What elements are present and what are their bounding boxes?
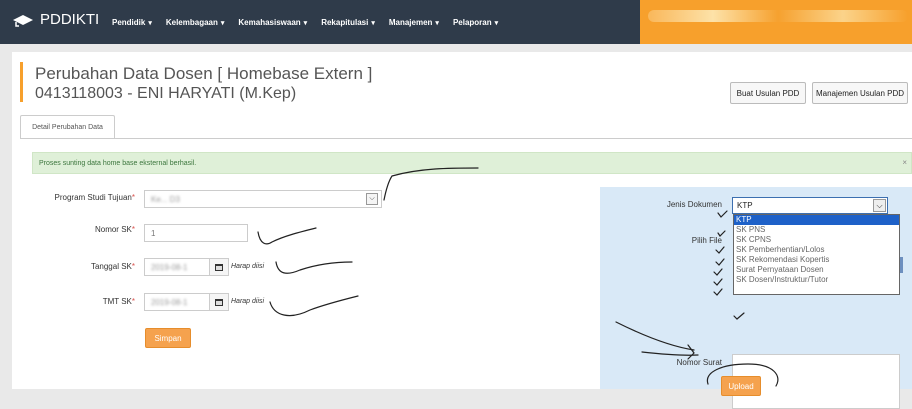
user-banner [640,0,912,44]
brand[interactable]: PDDIKTI [12,11,99,28]
main-menu: Pendidik ▾ Kelembagaan ▾ Kemahasiswaan ▾ Re… [112,0,512,44]
menu-pelaporan[interactable]: Pelaporan ▾ [453,18,498,27]
upload-panel: Jenis Dokumen KTP ⌵ KTP SK PNS SK CPNS S… [600,187,912,409]
nomor-sk-label: Nomor SK* [94,225,135,234]
chevron-down-icon: ▾ [494,19,499,27]
tab-divider [20,138,912,139]
menu-kelembagaan[interactable]: Kelembagaan ▾ [166,18,225,27]
chevron-down-icon: ▾ [435,19,439,27]
tmt-sk-input[interactable]: 2019-08-1 [144,293,210,311]
close-icon[interactable]: × [902,158,907,167]
alert-message: Proses sunting data home base eksternal … [39,159,197,167]
menu-kemahasiswaan[interactable]: Kemahasiswaan ▾ [238,18,307,27]
tanggal-sk-input[interactable]: 2019-08-1 [144,258,210,276]
program-studi-select[interactable]: Ke... D3 ⌵ [144,190,382,208]
option-sk-cpns[interactable]: SK CPNS [734,235,899,245]
jenis-dokumen-label: Jenis Dokumen [666,200,722,209]
option-sk-dosen[interactable]: SK Dosen/Instruktur/Tutor [734,275,899,285]
redacted-banner-text [648,10,908,22]
chevron-down-icon: ▾ [220,19,225,27]
pilih-file-label: Pilih File [691,236,722,245]
menu-rekapitulasi[interactable]: Rekapitulasi ▾ [321,18,375,27]
page-title: Perubahan Data Dosen [ Homebase Extern ] [35,64,373,83]
option-sk-rekomendasi[interactable]: SK Rekomendasi Kopertis [734,255,899,265]
program-studi-value: Ke... D3 [151,194,180,204]
calendar-icon[interactable] [209,293,229,311]
title-accent-bar [20,62,23,102]
tmt-sk-hint: Harap diisi [231,298,265,305]
jenis-dokumen-select[interactable]: KTP ⌵ [732,197,888,214]
page-content: Perubahan Data Dosen [ Homebase Extern ]… [12,52,912,409]
manajemen-usulan-button[interactable]: Manajemen Usulan PDD [812,82,908,104]
chevron-down-icon: ⌵ [873,199,886,212]
chevron-down-icon: ⌵ [366,193,378,205]
menu-pendidik[interactable]: Pendidik ▾ [112,18,152,27]
menu-manajemen[interactable]: Manajemen ▾ [389,18,439,27]
chevron-down-icon: ▾ [371,19,375,27]
graduation-logo-icon [12,13,34,27]
tab-detail-perubahan-data[interactable]: Detail Perubahan Data [20,115,115,138]
upload-button[interactable]: Upload [721,376,761,396]
chevron-down-icon: ▾ [148,19,152,27]
top-navbar: PDDIKTI Pendidik ▾ Kelembagaan ▾ Kemahasis… [0,0,912,44]
chevron-down-icon: ▾ [303,19,308,27]
success-alert: Proses sunting data home base eksternal … [32,152,912,174]
option-sk-pemberhentian[interactable]: SK Pemberhentian/Lolos [734,245,899,255]
simpan-button[interactable]: Simpan [145,328,191,348]
option-surat-pernyataan[interactable]: Surat Pernyataan Dosen [734,265,899,275]
tanggal-sk-label: Tanggal SK* [90,262,135,271]
tmt-sk-label: TMT SK* [102,297,135,306]
tanggal-sk-hint: Harap diisi [231,263,265,270]
program-studi-label: Program Studi Tujuan* [54,193,136,202]
buat-usulan-button[interactable]: Buat Usulan PDD [730,82,806,104]
brand-name: PDDIKTI [40,11,100,28]
jenis-dokumen-options: KTP SK PNS SK CPNS SK Pemberhentian/Lolo… [733,214,900,295]
option-ktp[interactable]: KTP [734,215,899,225]
calendar-icon[interactable] [209,258,229,276]
option-sk-pns[interactable]: SK PNS [734,225,899,235]
page-subtitle: 0413118003 - ENI HARYATI (M.Kep) [35,85,297,102]
nomor-sk-input[interactable]: 1 [144,224,248,242]
nomor-surat-label: Nomor Surat [676,358,722,367]
